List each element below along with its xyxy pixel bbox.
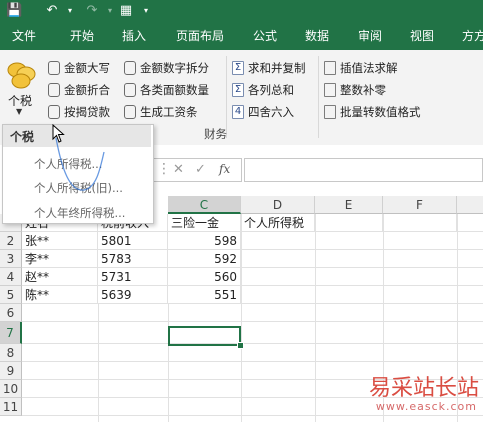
column-header-f[interactable]: F bbox=[383, 196, 457, 214]
ribbon-item-interpolation[interactable]: 插值法求解 bbox=[324, 58, 398, 78]
tab-home[interactable]: 开始 bbox=[70, 22, 94, 50]
ribbon-item-mortgage[interactable]: 按揭贷款 bbox=[48, 102, 110, 122]
ribbon-item-zero-pad[interactable]: 整数补零 bbox=[324, 80, 386, 100]
ribbon-tabs: 文件 开始 插入 页面布局 公式 数据 审阅 视图 方方 bbox=[0, 22, 483, 50]
tab-data[interactable]: 数据 bbox=[305, 22, 329, 50]
cancel-icon[interactable]: ✕ bbox=[173, 162, 184, 177]
chevron-down-icon: ▼ bbox=[16, 107, 23, 116]
ribbon-item-label: 求和并复制 bbox=[248, 61, 306, 75]
tab-fangfang[interactable]: 方方 bbox=[462, 22, 483, 50]
ribbon-item-label: 按揭贷款 bbox=[64, 105, 110, 119]
calculator-icon bbox=[324, 104, 336, 119]
row-header[interactable]: 4 bbox=[0, 268, 22, 286]
ribbon-item-digit-split[interactable]: 金额数字拆分 bbox=[124, 58, 209, 78]
row-header[interactable]: 8 bbox=[0, 344, 22, 362]
ribbon-item-label: 各列总和 bbox=[248, 83, 294, 97]
more-icon[interactable]: ⋮ bbox=[157, 161, 171, 177]
coin-icon bbox=[48, 82, 60, 97]
insert-function-icon[interactable]: fx bbox=[219, 162, 230, 176]
sigma-icon: Σ bbox=[232, 60, 244, 75]
ribbon-item-round-half[interactable]: 4 四舍六入 bbox=[232, 102, 294, 122]
watermark: 易采站长站 www.easck.com bbox=[345, 370, 483, 422]
ribbon-item-label: 生成工资条 bbox=[140, 105, 198, 119]
formula-controls: ⋮ ✕ ✓ fx bbox=[150, 158, 242, 182]
ribbon-separator bbox=[318, 56, 319, 138]
watermark-title: 易采站长站 bbox=[368, 376, 479, 401]
sigma-icon: Σ bbox=[232, 82, 244, 97]
active-cell-c7[interactable] bbox=[168, 326, 241, 346]
row-header[interactable]: 3 bbox=[0, 250, 22, 268]
customize-qa-icon[interactable]: ▾ bbox=[138, 3, 154, 19]
undo-icon[interactable]: ↶ bbox=[44, 3, 60, 19]
redo-dropdown-icon[interactable]: ▾ bbox=[102, 3, 118, 19]
ribbon-item-batch-to-number[interactable]: 批量转数值格式 bbox=[324, 102, 421, 122]
row-header[interactable]: 2 bbox=[0, 232, 22, 250]
group-label-finance: 财务 bbox=[204, 127, 227, 141]
calculator-icon bbox=[324, 60, 336, 75]
redo-icon[interactable]: ↷ bbox=[84, 3, 100, 19]
row-header[interactable]: 9 bbox=[0, 362, 22, 380]
mouse-cursor-icon bbox=[52, 124, 65, 143]
fill-handle[interactable] bbox=[237, 342, 244, 349]
save-icon[interactable]: 💾 bbox=[6, 3, 22, 19]
ribbon-item-payslip[interactable]: 生成工资条 bbox=[124, 102, 198, 122]
tab-insert[interactable]: 插入 bbox=[122, 22, 146, 50]
ribbon-item-amount-uppercase[interactable]: 金额大写 bbox=[48, 58, 110, 78]
row-header[interactable]: 10 bbox=[0, 380, 22, 398]
column-header-e[interactable]: E bbox=[315, 196, 383, 214]
coin-icon bbox=[48, 60, 60, 75]
tab-view[interactable]: 视图 bbox=[410, 22, 434, 50]
dropdown-title: 个税 bbox=[10, 130, 35, 144]
ribbon-item-label: 整数补零 bbox=[340, 83, 386, 97]
ribbon-item-label: 插值法求解 bbox=[340, 61, 398, 75]
calculator-icon bbox=[324, 82, 336, 97]
ribbon-item-amount-convert[interactable]: 金额折合 bbox=[48, 80, 110, 100]
coin-icon bbox=[124, 82, 136, 97]
preview-icon[interactable]: ▦ bbox=[118, 3, 134, 19]
ribbon-item-label: 金额折合 bbox=[64, 83, 110, 97]
ribbon-item-label: 批量转数值格式 bbox=[340, 105, 421, 119]
column-header-c[interactable]: C bbox=[168, 196, 241, 214]
ribbon-item-sum-copy[interactable]: Σ 求和并复制 bbox=[232, 58, 306, 78]
menu-item-year-end-tax[interactable]: 个人年终所得税... bbox=[34, 205, 125, 221]
row-header[interactable]: 5 bbox=[0, 286, 22, 304]
ribbon-item-denomination-count[interactable]: 各类面额数量 bbox=[124, 80, 209, 100]
row-header[interactable]: 6 bbox=[0, 304, 22, 322]
title-bar: 💾 ↶ ▾ ↷ ▾ ▦ ▾ bbox=[0, 0, 483, 22]
ribbon-item-label: 金额数字拆分 bbox=[140, 61, 209, 75]
row-header-selected[interactable]: 7 bbox=[0, 322, 22, 344]
ribbon-item-label: 金额大写 bbox=[64, 61, 110, 75]
formula-input[interactable] bbox=[244, 158, 483, 182]
ribbon-item-label: 四舍六入 bbox=[248, 105, 294, 119]
ribbon-item-column-totals[interactable]: Σ 各列总和 bbox=[232, 80, 294, 100]
watermark-url: www.easck.com bbox=[375, 400, 477, 413]
ribbon-item-label: 各类面额数量 bbox=[140, 83, 209, 97]
coin-icon bbox=[124, 60, 136, 75]
column-header-blank[interactable] bbox=[457, 196, 483, 214]
column-header-d[interactable]: D bbox=[241, 196, 315, 214]
tab-review[interactable]: 审阅 bbox=[358, 22, 382, 50]
coins-icon bbox=[7, 62, 36, 89]
tab-file[interactable]: 文件 bbox=[12, 22, 36, 50]
undo-dropdown-icon[interactable]: ▾ bbox=[62, 3, 78, 19]
tab-formulas[interactable]: 公式 bbox=[253, 22, 277, 50]
tab-page-layout[interactable]: 页面布局 bbox=[176, 22, 224, 50]
coin-icon bbox=[124, 104, 136, 119]
row-header[interactable]: 11 bbox=[0, 398, 22, 416]
coin-icon bbox=[48, 104, 60, 119]
round-icon: 4 bbox=[232, 104, 244, 119]
confirm-icon[interactable]: ✓ bbox=[195, 162, 206, 177]
